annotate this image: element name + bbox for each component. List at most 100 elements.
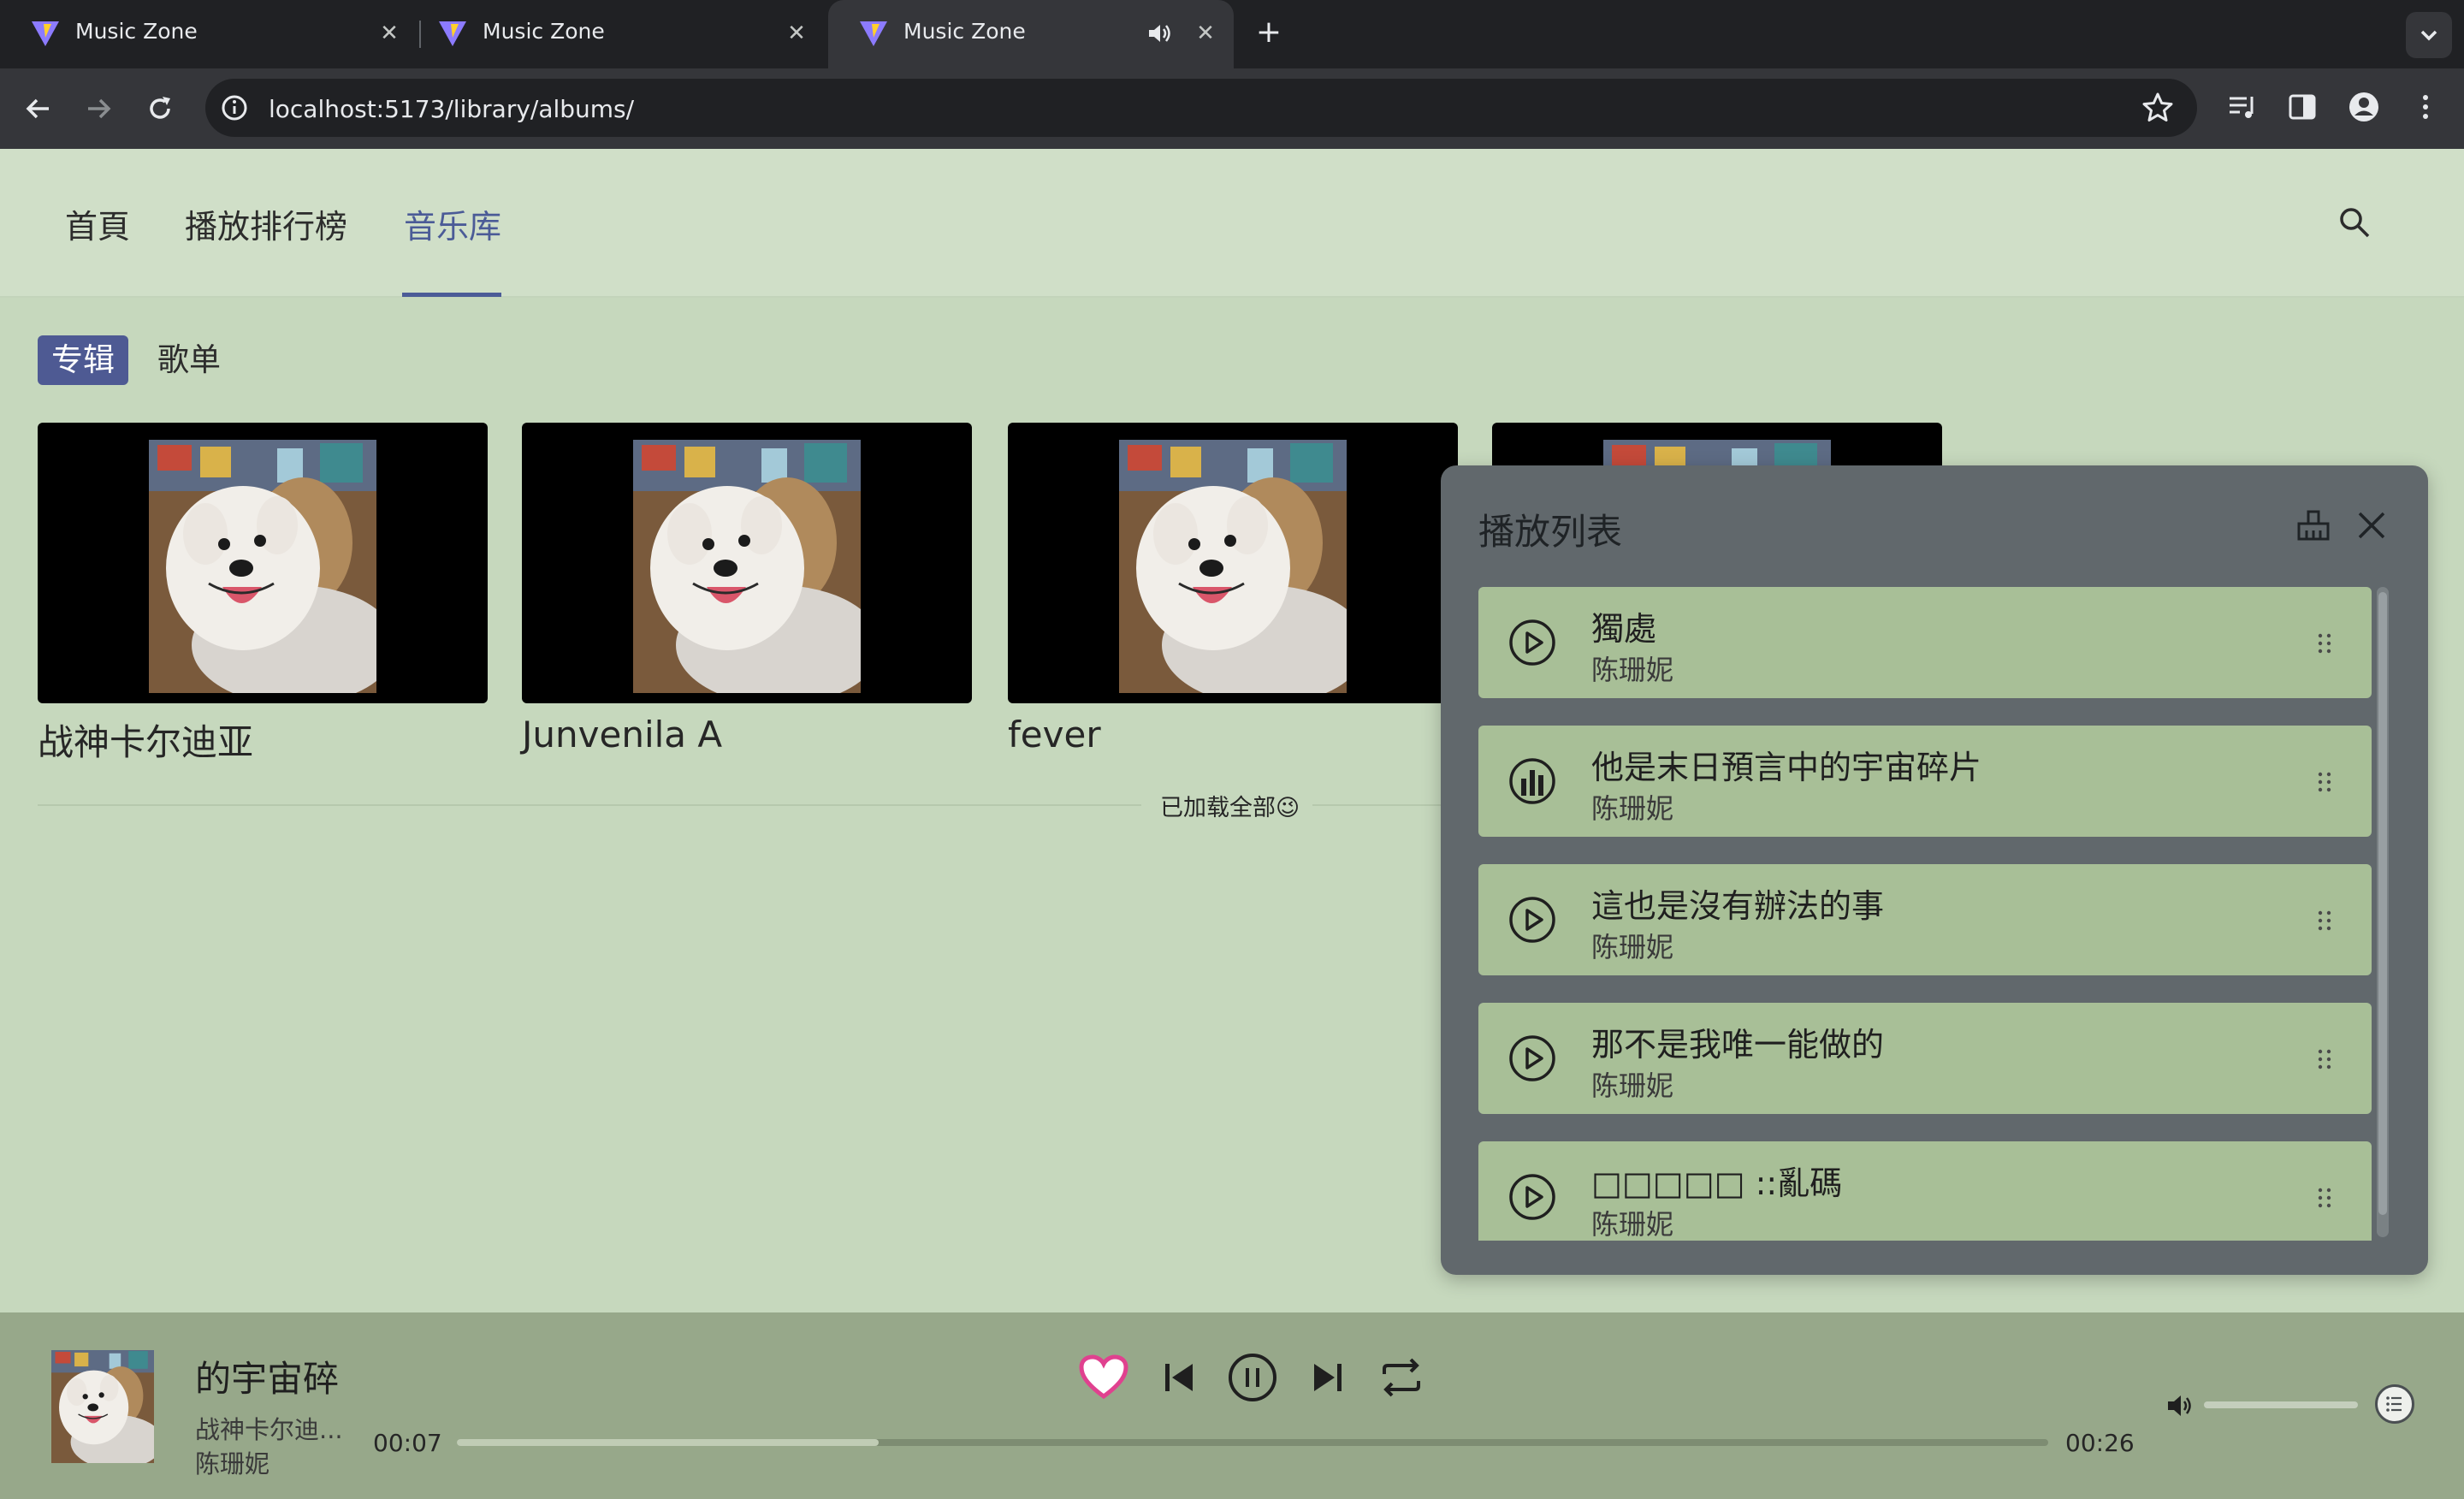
close-tab-icon[interactable]: ✕ (1191, 19, 1220, 48)
album-title[interactable]: 战神卡尔迪亚 (38, 714, 488, 766)
forward-arrow-icon[interactable] (80, 91, 116, 127)
playlist-item[interactable]: □□□□□ ::亂碼 陈珊妮 (1478, 1141, 2372, 1241)
loaded-all-text: 已加载全部😉 (1160, 795, 1300, 821)
browser-tab-title: Music Zone (75, 19, 198, 44)
side-panel-icon[interactable] (2284, 89, 2320, 125)
song-artist: 陈珊妮 (1591, 792, 1674, 825)
playlist-panel: 播放列表 獨處 陈珊妮 他是末日預言中的宇宙碎片 陈珊妮 這也是沒有辦法的事 陈… (1441, 465, 2428, 1275)
playlist-title: 播放列表 (1478, 511, 1623, 553)
equalizer-icon[interactable] (1507, 756, 1557, 806)
playlist-toggle-button[interactable] (2375, 1384, 2414, 1424)
play-icon[interactable] (1507, 1172, 1557, 1222)
close-icon[interactable] (2351, 505, 2392, 546)
nav-active-indicator (402, 293, 501, 297)
now-playing-album[interactable]: 战神卡尔迪... (195, 1410, 343, 1446)
search-icon[interactable] (2336, 204, 2373, 241)
vite-favicon-icon (439, 21, 466, 46)
album-cover-image (1119, 440, 1347, 693)
browser-tab-title: Music Zone (903, 19, 1026, 44)
album-card[interactable]: 战神卡尔迪亚 (38, 423, 488, 766)
heart-icon[interactable] (1076, 1350, 1131, 1405)
now-playing-artist[interactable]: 陈珊妮 (195, 1444, 270, 1480)
song-artist: 陈珊妮 (1591, 931, 1674, 963)
list-icon (2386, 1396, 2402, 1412)
album-cover[interactable] (522, 423, 972, 703)
playlist-item-playing[interactable]: 他是末日預言中的宇宙碎片 陈珊妮 (1478, 726, 2372, 837)
vite-favicon-icon (32, 21, 59, 46)
playlist-item[interactable]: 那不是我唯一能做的 陈珊妮 (1478, 1003, 2372, 1114)
progress-bar-fill (457, 1439, 879, 1446)
drag-handle-icon[interactable] (2315, 1186, 2334, 1210)
volume-icon[interactable] (2165, 1391, 2194, 1420)
new-tab-button[interactable]: + (1251, 15, 1287, 51)
address-bar[interactable]: localhost:5173/library/albums/ (205, 79, 2197, 137)
player-bar: 中的宇宙碎 战神卡尔迪... 陈珊妮 00:07 00:26 (0, 1312, 2464, 1499)
nav-ranking[interactable]: 播放排行榜 (185, 200, 347, 247)
browser-tab-title: Music Zone (483, 19, 605, 44)
browser-tab-strip: Music Zone ✕ Music Zone ✕ Music Zone ✕ + (0, 0, 2464, 68)
drag-handle-icon[interactable] (2315, 909, 2334, 933)
song-artist: 陈珊妮 (1591, 1069, 1674, 1102)
more-menu-icon[interactable] (2408, 89, 2443, 125)
album-card[interactable]: fever (1008, 423, 1458, 755)
total-time: 00:26 (2065, 1429, 2135, 1457)
next-track-icon[interactable] (1300, 1350, 1355, 1405)
browser-tab-3-active[interactable]: Music Zone ✕ (828, 0, 1234, 68)
song-artist: 陈珊妮 (1591, 654, 1674, 686)
subtab-playlists[interactable]: 歌单 (144, 335, 234, 385)
album-card[interactable]: Junvenila A (522, 423, 972, 755)
repeat-icon[interactable] (1374, 1350, 1429, 1405)
play-icon[interactable] (1507, 895, 1557, 945)
url-text: localhost:5173/library/albums/ (269, 95, 635, 123)
vite-favicon-icon (860, 21, 887, 46)
chevron-down-icon (2420, 30, 2437, 41)
now-playing-title: 中的宇宙碎 (193, 1358, 339, 1400)
reload-icon[interactable] (142, 91, 178, 127)
album-cover-image (633, 440, 861, 693)
song-title: □□□□□ ::亂碼 (1591, 1164, 1843, 1202)
song-title: 那不是我唯一能做的 (1591, 1026, 1885, 1064)
album-title[interactable]: fever (1008, 714, 1458, 755)
bookmark-star-icon[interactable] (2141, 91, 2175, 125)
close-tab-icon[interactable]: ✕ (375, 19, 404, 48)
play-icon[interactable] (1507, 618, 1557, 667)
play-icon[interactable] (1507, 1034, 1557, 1083)
subtab-albums[interactable]: 专辑 (38, 335, 128, 385)
playlist-scrollbar-thumb[interactable] (2378, 592, 2387, 1215)
site-info-icon[interactable] (219, 92, 250, 123)
song-title: 這也是沒有辦法的事 (1591, 887, 1885, 925)
album-title[interactable]: Junvenila A (522, 714, 972, 755)
album-cover-image (149, 440, 376, 693)
browser-tab-1[interactable]: Music Zone ✕ (0, 0, 421, 68)
divider-line (38, 804, 1141, 806)
playlist-item[interactable]: 這也是沒有辦法的事 陈珊妮 (1478, 864, 2372, 975)
song-title: 獨處 (1591, 610, 1657, 648)
browser-tab-2[interactable]: Music Zone ✕ (407, 0, 826, 68)
album-cover[interactable] (38, 423, 488, 703)
song-artist: 陈珊妮 (1591, 1208, 1674, 1241)
nav-library[interactable]: 音乐库 (404, 200, 501, 247)
drag-handle-icon[interactable] (2315, 1047, 2334, 1071)
playlist-item[interactable]: 獨處 陈珊妮 (1478, 587, 2372, 698)
tab-search-button[interactable] (2406, 12, 2452, 58)
now-playing-cover-image (51, 1350, 154, 1463)
previous-track-icon[interactable] (1152, 1350, 1206, 1405)
current-time: 00:07 (373, 1429, 442, 1457)
tab-audio-icon[interactable] (1146, 21, 1172, 46)
progress-bar[interactable] (457, 1439, 2048, 1446)
media-control-icon[interactable] (2224, 89, 2260, 125)
clear-playlist-icon[interactable] (2293, 505, 2334, 546)
profile-avatar-icon[interactable] (2346, 89, 2382, 125)
playlist-list: 獨處 陈珊妮 他是末日預言中的宇宙碎片 陈珊妮 這也是沒有辦法的事 陈珊妮 那不… (1478, 587, 2372, 1241)
close-tab-icon[interactable]: ✕ (782, 19, 811, 48)
now-playing-cover[interactable] (51, 1350, 154, 1463)
song-title: 他是末日預言中的宇宙碎片 (1591, 749, 1982, 786)
app-header: 首頁 播放排行榜 音乐库 (0, 149, 2464, 298)
album-cover[interactable] (1008, 423, 1458, 703)
drag-handle-icon[interactable] (2315, 770, 2334, 794)
volume-slider[interactable] (2204, 1401, 2358, 1408)
drag-handle-icon[interactable] (2315, 631, 2334, 655)
nav-home[interactable]: 首頁 (65, 200, 130, 247)
back-arrow-icon[interactable] (21, 91, 56, 127)
pause-icon[interactable] (1225, 1350, 1280, 1405)
